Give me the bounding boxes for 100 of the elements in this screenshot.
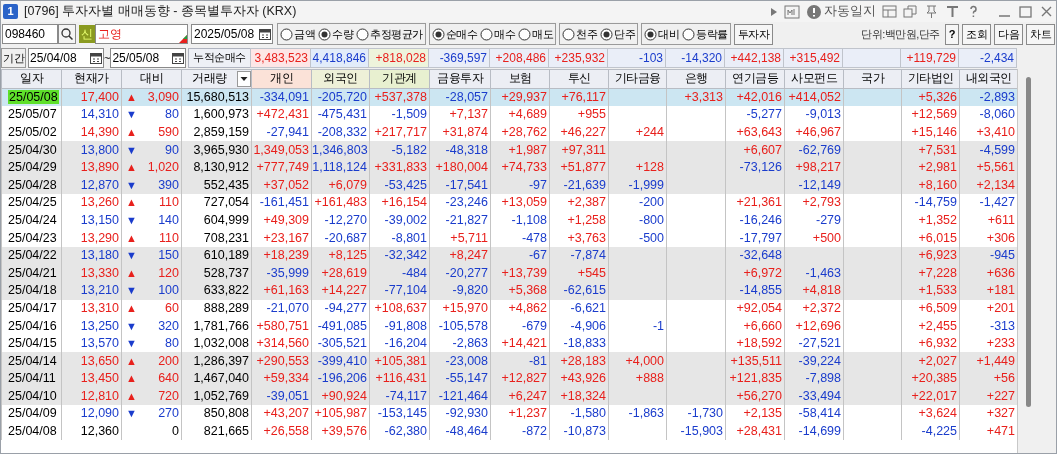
trend-arrow: ▼	[126, 318, 137, 334]
value-cell: 1,349,053	[251, 141, 312, 159]
layout-icon[interactable]	[882, 4, 897, 19]
column-header[interactable]: 투신	[549, 69, 609, 89]
value-cell: -5,277	[725, 106, 785, 124]
column-header[interactable]: 기관계	[369, 69, 430, 89]
value-cell: -10,873	[549, 422, 609, 441]
date-cell[interactable]: 25/04/10	[8, 388, 57, 403]
calendar-icon[interactable]	[89, 51, 103, 65]
radio-label[interactable]: 대비	[658, 25, 679, 43]
date-cell[interactable]: 25/04/09	[8, 406, 57, 421]
date-cell[interactable]: 25/04/22	[8, 248, 57, 263]
radio-button[interactable]	[600, 27, 613, 41]
stock-name-field[interactable]: 고영	[95, 24, 188, 44]
value-cell: -14,699	[784, 422, 844, 441]
new-listing-badge: 신	[79, 25, 95, 43]
column-header[interactable]: 기타금융	[608, 69, 667, 89]
investor-button[interactable]: 투자자	[733, 23, 773, 45]
change-cell: 140	[158, 212, 179, 228]
radio-label[interactable]: 수량	[332, 25, 353, 43]
volume-cell: 708,231	[181, 229, 252, 247]
price-cell: 12,090	[61, 405, 122, 423]
memo-icon[interactable]	[784, 4, 800, 19]
date-cell[interactable]: 25/04/24	[8, 212, 57, 227]
value-cell: +5,711	[429, 229, 491, 247]
radio-button[interactable]	[431, 27, 445, 41]
radio-label[interactable]: 순매수	[445, 25, 477, 43]
value-cell: -475,431	[311, 106, 370, 124]
column-header[interactable]: 현재가	[61, 69, 122, 89]
toolbar-button[interactable]: 조회	[962, 23, 991, 45]
end-date-field[interactable]: 25/05/08	[110, 48, 187, 68]
date-cell[interactable]: 25/04/30	[8, 142, 57, 157]
date-cell[interactable]: 25/05/07	[8, 107, 57, 122]
radio-label[interactable]: 단주	[614, 25, 635, 43]
radio-button[interactable]	[562, 27, 575, 41]
trend-arrow: ▲	[126, 371, 137, 387]
column-header[interactable]: 기타법인	[901, 69, 960, 89]
date-cell[interactable]: 25/04/14	[8, 353, 57, 368]
column-header[interactable]: 은행	[666, 69, 726, 89]
date-cell[interactable]: 25/04/15	[8, 336, 57, 351]
alert-icon[interactable]	[806, 3, 822, 20]
radio-button[interactable]	[518, 27, 531, 41]
radio-button[interactable]	[356, 27, 369, 41]
calendar-icon[interactable]	[171, 51, 186, 65]
value-cell: -17,797	[725, 229, 785, 247]
column-header[interactable]: 외국인	[311, 69, 370, 89]
radio-label[interactable]: 금액	[294, 25, 315, 43]
column-header[interactable]: 내외국인	[959, 69, 1018, 89]
date-cell[interactable]: 25/04/29	[8, 160, 57, 175]
copy-icon[interactable]	[903, 4, 918, 19]
column-header[interactable]: 금융투자	[429, 69, 491, 89]
radio-button[interactable]	[480, 27, 493, 41]
font-icon[interactable]	[945, 4, 960, 19]
value-cell: -500	[608, 229, 667, 247]
column-header[interactable]: 보험	[490, 69, 550, 89]
pin-icon[interactable]	[924, 4, 939, 19]
radio-label[interactable]: 매도	[532, 25, 553, 43]
radio-button[interactable]	[644, 27, 657, 41]
radio-label[interactable]: 천주	[576, 25, 597, 43]
date-cell[interactable]: 25/05/02	[8, 125, 57, 139]
start-date-field[interactable]: 25/04/08	[28, 48, 104, 68]
date-cell[interactable]: 25/05/08	[8, 90, 59, 105]
close-icon[interactable]	[1039, 4, 1054, 19]
column-header[interactable]: 대비	[121, 69, 182, 89]
date-cell[interactable]: 25/04/17	[8, 300, 57, 315]
value-cell: +7,137	[429, 106, 491, 124]
value-cell: +955	[549, 106, 609, 124]
date-cell[interactable]: 25/04/18	[8, 283, 57, 298]
date-field[interactable]: 2025/05/08	[191, 24, 273, 44]
auto-log-link[interactable]: 자동일지	[824, 2, 876, 21]
toolbar-button[interactable]: 다음	[994, 23, 1023, 45]
calendar-icon[interactable]	[258, 27, 272, 41]
radio-button[interactable]	[318, 27, 331, 41]
date-cell[interactable]: 25/04/25	[8, 195, 57, 210]
radio-button[interactable]	[280, 27, 293, 41]
play-icon[interactable]	[770, 6, 778, 17]
stock-code-field[interactable]: 098460	[2, 24, 58, 44]
column-header[interactable]: 사모펀드	[784, 69, 844, 89]
radio-label[interactable]: 추정평균가	[370, 25, 423, 43]
column-header[interactable]: 일자	[1, 69, 62, 89]
radio-label[interactable]: 매수	[494, 25, 515, 43]
dropdown-icon[interactable]	[237, 71, 251, 87]
date-cell[interactable]: 25/04/11	[8, 371, 56, 386]
radio-button[interactable]	[682, 27, 695, 41]
column-header[interactable]: 국가	[843, 69, 902, 89]
column-header[interactable]: 개인	[251, 69, 312, 89]
value-cell: -872	[490, 422, 550, 441]
date-cell[interactable]: 25/04/23	[8, 230, 57, 245]
date-cell[interactable]: 25/04/28	[8, 177, 57, 192]
scrollbar-thumb[interactable]	[1026, 77, 1031, 407]
toolbar-button[interactable]: 차트	[1026, 23, 1055, 45]
date-cell[interactable]: 25/04/08	[8, 424, 57, 439]
help-button[interactable]: ?	[944, 23, 959, 45]
column-header[interactable]: 연기금등	[725, 69, 785, 89]
value-cell: -91,808	[369, 317, 430, 335]
trend-arrow: ▼	[126, 283, 137, 299]
search-icon[interactable]	[58, 24, 76, 44]
date-cell[interactable]: 25/04/21	[8, 265, 57, 280]
date-cell[interactable]: 25/04/16	[8, 318, 57, 333]
radio-label[interactable]: 등락률	[696, 25, 728, 43]
